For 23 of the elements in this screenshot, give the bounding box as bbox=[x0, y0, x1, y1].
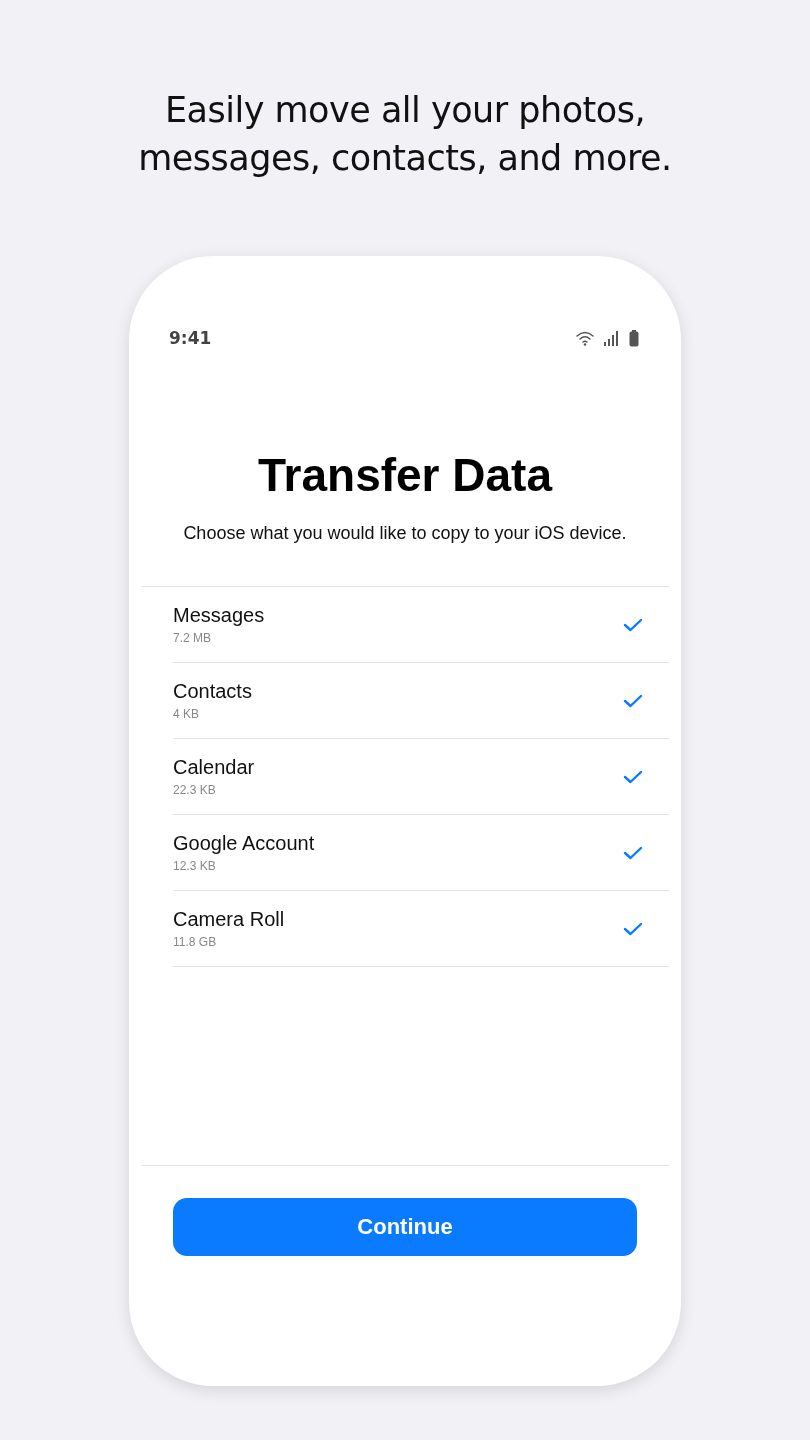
continue-button[interactable]: Continue bbox=[173, 1198, 637, 1256]
data-item[interactable]: Camera Roll 11.8 GB bbox=[173, 891, 669, 967]
item-size: 4 KB bbox=[173, 707, 200, 721]
item-label: Messages bbox=[173, 604, 265, 627]
item-size: 22.3 KB bbox=[173, 783, 217, 797]
battery-icon bbox=[629, 329, 639, 347]
screen-subtitle: Choose what you would like to copy to your iOS device. bbox=[182, 522, 628, 545]
status-time: 9:41 bbox=[169, 328, 212, 348]
item-size: 12.3 KB bbox=[173, 859, 217, 873]
item-label: Camera Roll bbox=[173, 908, 285, 931]
wifi-icon bbox=[575, 330, 595, 346]
signal-icon bbox=[603, 330, 621, 346]
headline: Easily move all your photos, messages, contacts, and more. bbox=[137, 89, 673, 180]
item-label: Calendar bbox=[173, 756, 255, 779]
item-size: 7.2 MB bbox=[173, 631, 212, 645]
item-size: 11.8 GB bbox=[173, 935, 218, 949]
data-item[interactable]: Contacts 4 KB bbox=[173, 663, 669, 739]
data-item[interactable]: Calendar 22.3 KB bbox=[173, 739, 669, 815]
data-item[interactable]: Messages 7.2 MB bbox=[173, 587, 669, 663]
item-label: Google Account bbox=[173, 832, 315, 855]
screen-title: Transfer Data bbox=[257, 448, 554, 502]
item-label: Contacts bbox=[173, 680, 252, 703]
data-item[interactable]: Google Account 12.3 KB bbox=[173, 815, 669, 891]
